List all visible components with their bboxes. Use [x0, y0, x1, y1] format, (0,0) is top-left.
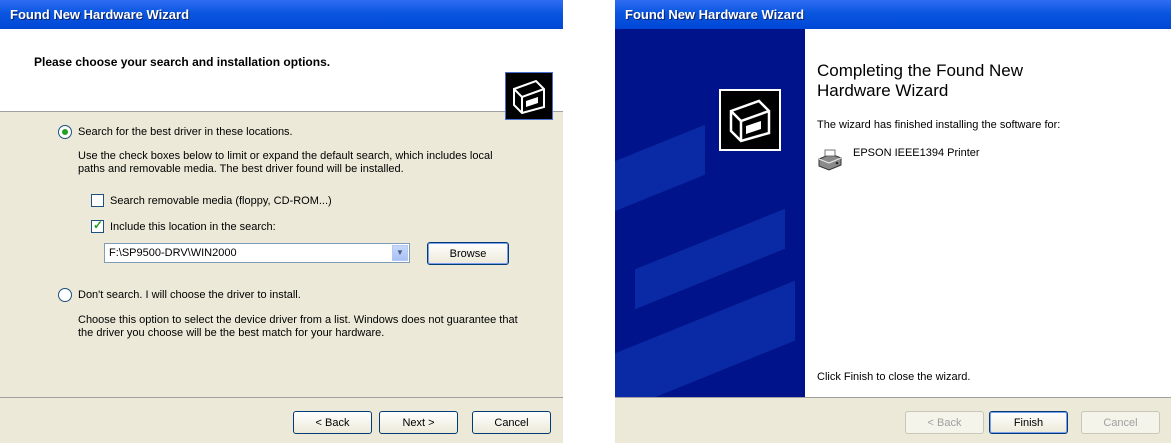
completion-heading: Completing the Found New Hardware Wizard — [817, 61, 1023, 101]
browse-button[interactable]: Browse — [427, 242, 509, 265]
page-heading: Please choose your search and installati… — [34, 55, 331, 69]
next-button[interactable]: Next > — [379, 411, 458, 434]
window-title: Found New Hardware Wizard — [10, 7, 190, 22]
dont-search-radio[interactable] — [58, 288, 72, 302]
include-location-checkbox[interactable] — [91, 218, 104, 233]
finish-hint: Click Finish to close the wizard. — [817, 371, 971, 383]
removable-media-checkbox[interactable] — [91, 194, 104, 207]
removable-media-label: Search removable media (floppy, CD-ROM..… — [110, 194, 332, 207]
dont-search-option[interactable]: Don't search. I will choose the driver t… — [58, 288, 301, 302]
window-title: Found New Hardware Wizard — [625, 7, 805, 22]
cancel-button[interactable]: Cancel — [472, 411, 551, 434]
back-button: < Back — [905, 411, 984, 434]
watermark-stripe — [615, 124, 705, 224]
back-button[interactable]: < Back — [293, 411, 372, 434]
removable-media-checkbox-row[interactable]: Search removable media (floppy, CD-ROM..… — [91, 194, 332, 207]
hardware-wizard-icon — [505, 72, 553, 120]
completing-dialog: Found New Hardware Wizard Completing the… — [615, 0, 1171, 443]
finished-message: The wizard has finished installing the s… — [817, 119, 1061, 131]
search-options-dialog: Found New Hardware Wizard Please choose … — [0, 0, 563, 443]
chevron-down-icon[interactable]: ▼ — [392, 245, 408, 261]
include-location-label: Include this location in the search: — [110, 220, 276, 233]
dont-search-description: Choose this option to select the device … — [78, 314, 518, 340]
completion-heading-line: Hardware Wizard — [817, 81, 949, 100]
search-option[interactable]: Search for the best driver in these loca… — [58, 125, 293, 139]
footer-divider — [615, 397, 1171, 398]
dialog-header: Please choose your search and installati… — [0, 29, 563, 120]
dont-search-description-line: Choose this option to select the device … — [78, 314, 518, 326]
search-description: Use the check boxes below to limit or ex… — [78, 150, 493, 176]
device-name: EPSON IEEE1394 Printer — [853, 147, 980, 159]
search-description-line: Use the check boxes below to limit or ex… — [78, 150, 493, 162]
wizard-watermark — [615, 29, 805, 397]
dont-search-label: Don't search. I will choose the driver t… — [78, 289, 301, 301]
footer-divider — [0, 397, 563, 398]
search-option-label: Search for the best driver in these loca… — [78, 126, 293, 138]
content-panel: Completing the Found New Hardware Wizard… — [805, 29, 1171, 397]
printer-icon — [817, 149, 843, 171]
location-combobox[interactable]: F:\SP9500-DRV\WIN2000 ▼ — [104, 243, 410, 263]
cancel-button: Cancel — [1081, 411, 1160, 434]
finish-button[interactable]: Finish — [989, 411, 1068, 434]
location-value: F:\SP9500-DRV\WIN2000 — [109, 247, 237, 259]
search-radio[interactable] — [58, 125, 72, 139]
completion-heading-line: Completing the Found New — [817, 61, 1024, 80]
hardware-wizard-icon — [719, 89, 781, 151]
title-bar[interactable]: Found New Hardware Wizard — [0, 0, 563, 30]
title-bar[interactable]: Found New Hardware Wizard — [615, 0, 1171, 30]
dont-search-description-line: the driver you choose will be the best m… — [78, 327, 385, 339]
search-description-line: paths and removable media. The best driv… — [78, 163, 404, 175]
include-location-checkbox-row[interactable]: Include this location in the search: — [91, 218, 276, 233]
